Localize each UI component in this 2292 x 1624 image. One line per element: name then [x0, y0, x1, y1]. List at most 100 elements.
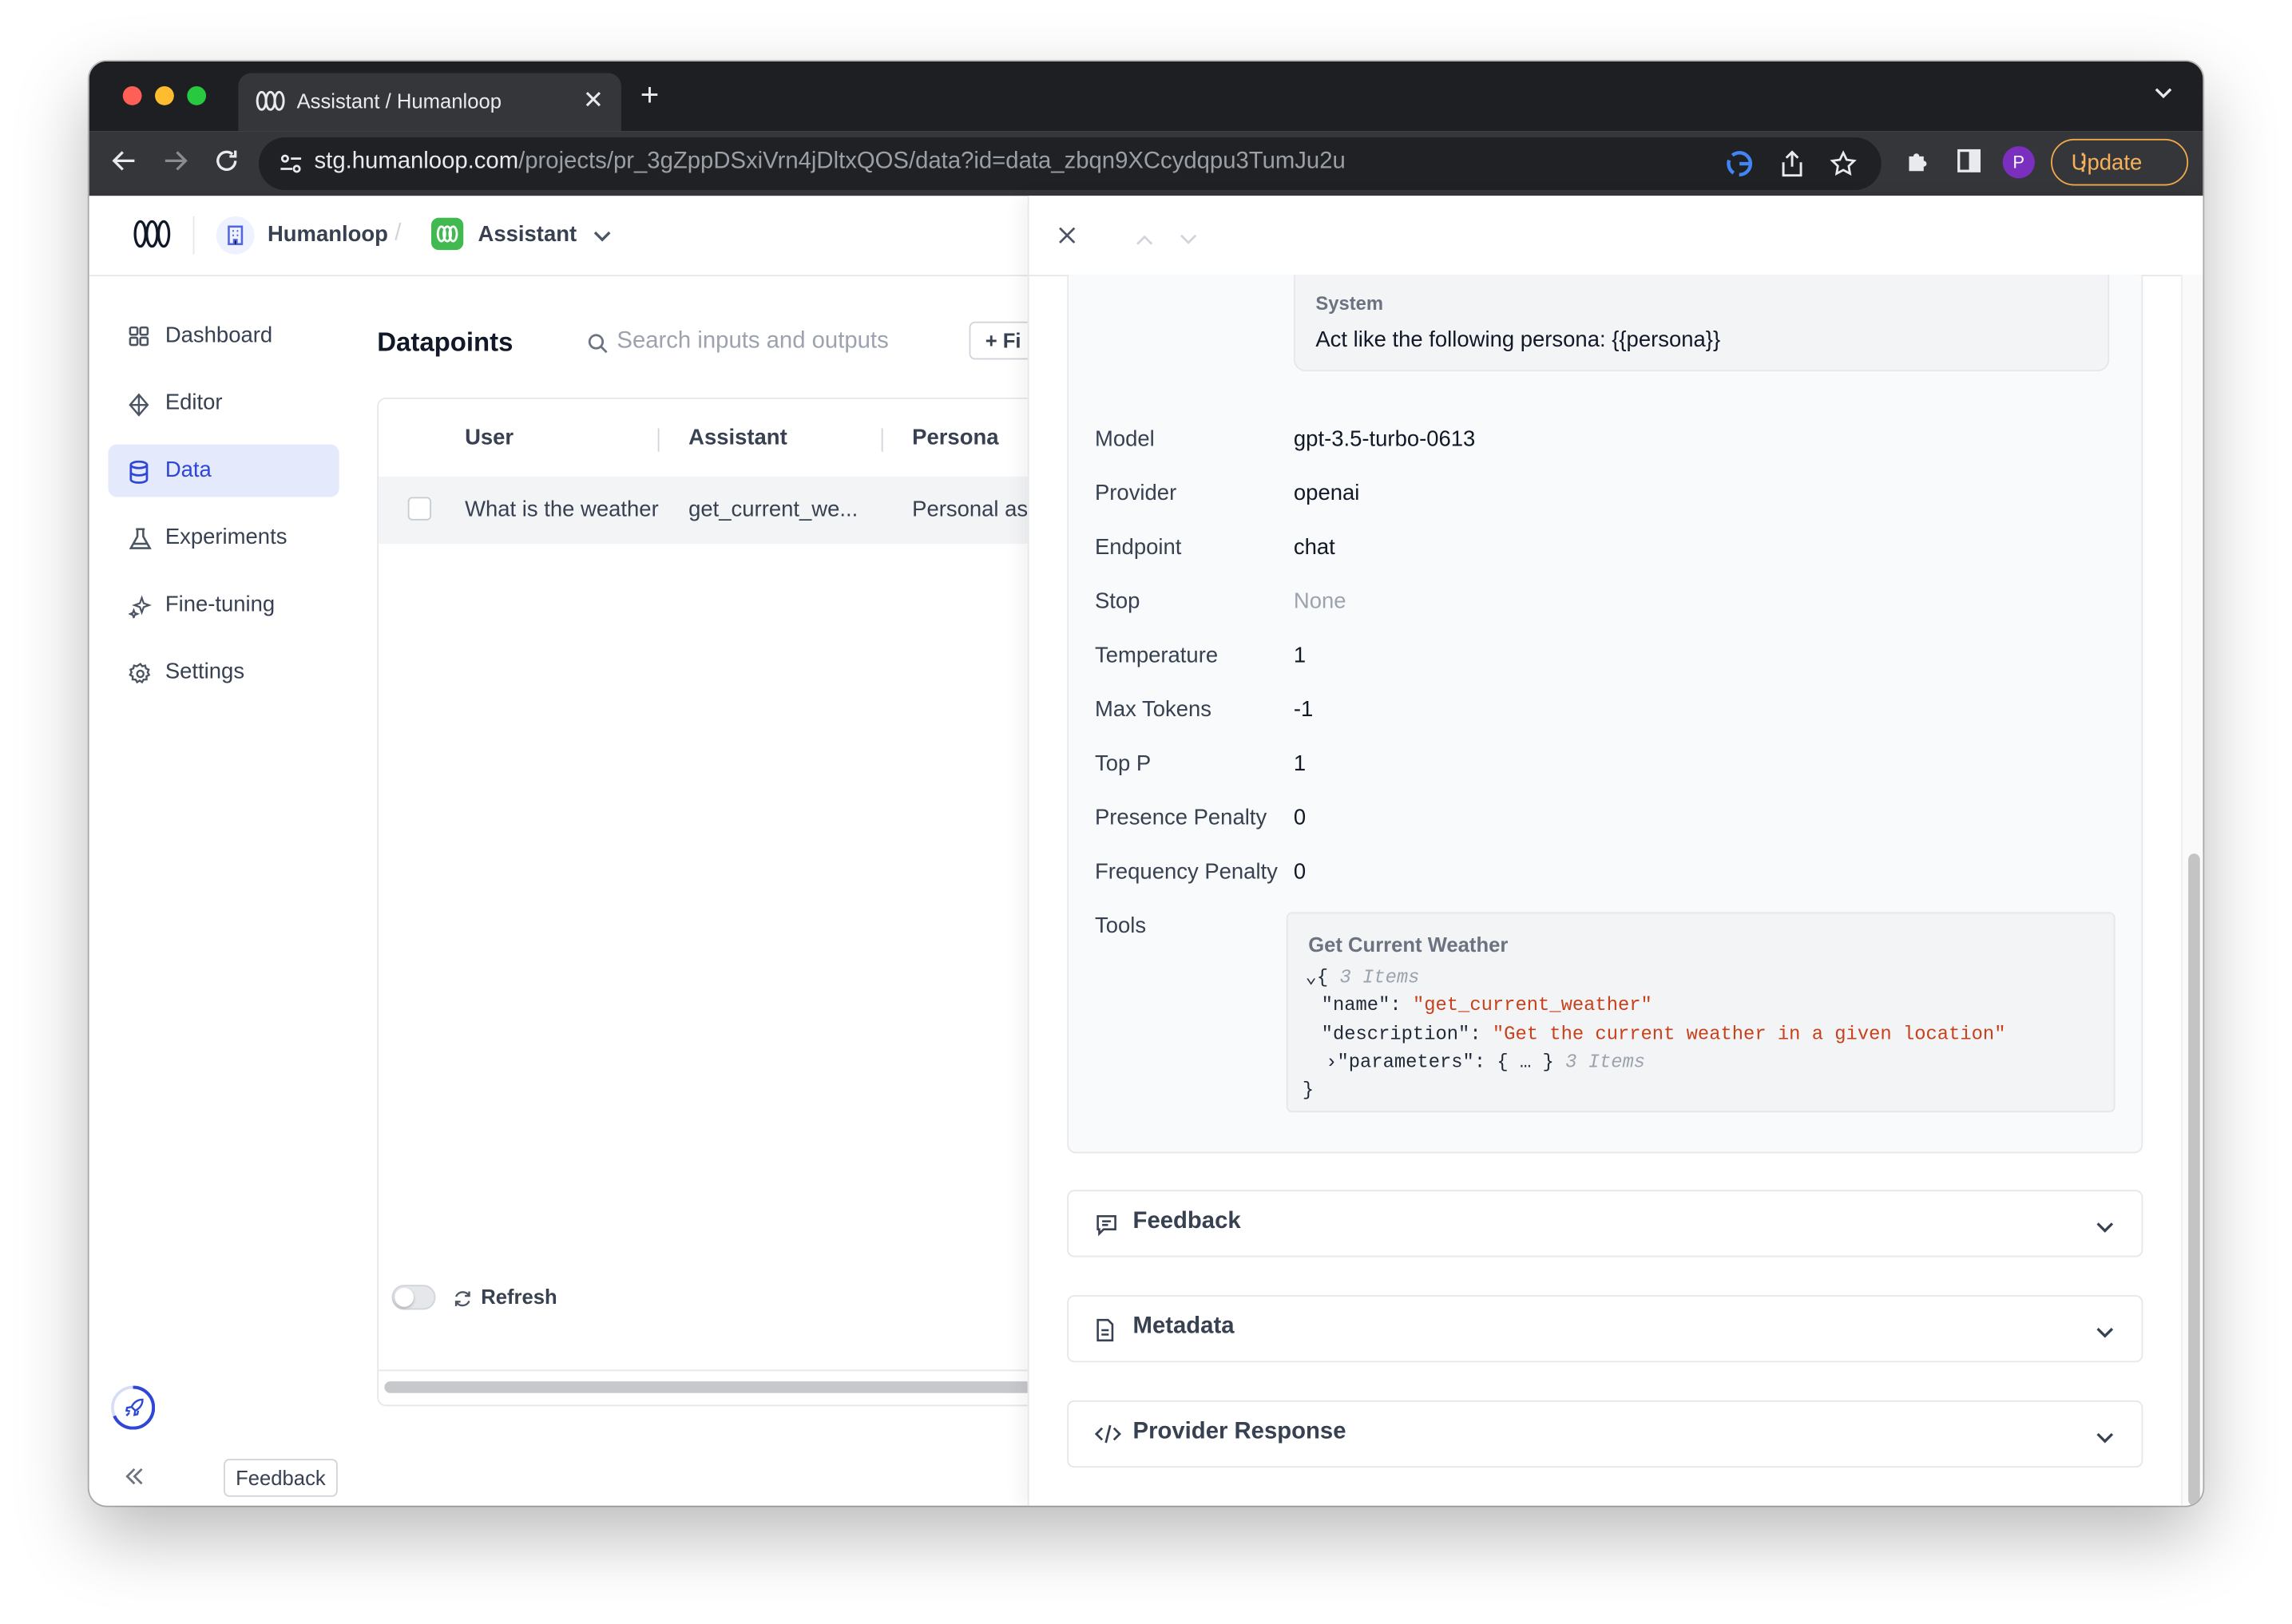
project-name-link[interactable]: Assistant [478, 222, 577, 247]
divider [192, 216, 195, 255]
metadata-section[interactable]: Metadata [1067, 1295, 2143, 1363]
sidebar-item-fine-tuning[interactable]: Fine-tuning [108, 579, 339, 632]
sidebar-item-label: Settings [165, 659, 245, 684]
param-key-endpoint: Endpoint [1094, 535, 1182, 560]
cell-assistant: get_current_we... [688, 497, 859, 522]
url-host: stg.humanloop.com [314, 149, 519, 174]
table-row[interactable]: What is the weather get_current_we... Pe… [379, 476, 1049, 545]
document-icon [1095, 1318, 1116, 1349]
browser-toolbar: stg.humanloop.com/projects/pr_3gZppDSxiV… [89, 131, 2203, 196]
close-window-button[interactable] [122, 86, 142, 105]
refresh-button[interactable]: Refresh [481, 1285, 557, 1308]
forward-arrow-icon[interactable] [162, 148, 188, 181]
org-name-link[interactable]: Humanloop [268, 222, 388, 247]
column-resize-handle[interactable] [881, 428, 883, 452]
tab-bar: Assistant / Humanloop ✕ + [89, 61, 2203, 132]
tab-close-icon[interactable]: ✕ [583, 86, 604, 116]
message-icon [1095, 1214, 1118, 1244]
param-key-tools: Tools [1094, 913, 1147, 939]
address-bar[interactable]: stg.humanloop.com/projects/pr_3gZppDSxiV… [258, 137, 1882, 191]
sidebar: Dashboard Editor Data Experiments Fine-t… [89, 275, 360, 1506]
grid-icon [129, 326, 149, 354]
onboarding-progress-button[interactable] [111, 1385, 156, 1430]
gear-icon [129, 662, 152, 692]
param-key-top-p: Top P [1094, 751, 1152, 777]
tool-title: Get Current Weather [1308, 933, 1509, 957]
sidebar-item-label: Data [165, 457, 212, 483]
rocket-icon [125, 1397, 145, 1425]
search-input[interactable] [617, 324, 924, 360]
column-header-assistant[interactable]: Assistant [688, 426, 787, 450]
param-key-presence-penalty: Presence Penalty [1094, 805, 1267, 830]
column-header-user[interactable]: User [465, 426, 514, 450]
drawer-header [1029, 196, 2203, 277]
column-resize-handle[interactable] [657, 428, 660, 452]
drawer-scrollbar-thumb[interactable] [2188, 854, 2200, 1506]
chevron-down-icon[interactable] [592, 225, 613, 252]
param-value-top-p: 1 [1293, 751, 1307, 777]
minimize-window-button[interactable] [155, 86, 174, 105]
sidebar-item-dashboard[interactable]: Dashboard [108, 310, 339, 362]
reload-icon[interactable] [213, 148, 240, 181]
auto-refresh-toggle[interactable] [391, 1285, 436, 1310]
project-logo-icon [430, 217, 464, 251]
param-value-endpoint: chat [1293, 535, 1335, 560]
provider-response-section[interactable]: Provider Response [1067, 1400, 2143, 1468]
extensions-puzzle-icon[interactable] [1905, 148, 1931, 181]
back-arrow-icon[interactable] [111, 148, 137, 181]
site-settings-icon[interactable] [280, 152, 303, 182]
side-panel-icon[interactable] [1956, 148, 1982, 181]
datapoints-table: User Assistant Persona What is the weath… [377, 397, 1050, 1407]
org-building-icon [216, 216, 255, 255]
update-button[interactable]: Update ⋮ [2051, 138, 2189, 186]
google-lens-icon[interactable] [1727, 151, 1753, 184]
bookmark-star-icon[interactable] [1830, 150, 1857, 184]
json-root-line[interactable]: ⌄{ 3 Items [1306, 966, 1420, 988]
sidebar-item-experiments[interactable]: Experiments [108, 512, 339, 564]
tool-json-viewer: Get Current Weather ⌄{ 3 Items "name": "… [1286, 912, 2116, 1113]
app: Humanloop / Assistant Dashboard Editor D [89, 196, 2203, 1506]
new-tab-icon[interactable]: + [640, 76, 660, 114]
refresh-icon[interactable] [453, 1289, 472, 1316]
sidebar-item-label: Experiments [165, 525, 287, 550]
param-value-max-tokens: -1 [1293, 697, 1314, 723]
share-icon[interactable] [1779, 150, 1806, 184]
json-description-line: "description": "Get the current weather … [1321, 1023, 2006, 1046]
browser-tab[interactable]: Assistant / Humanloop ✕ [238, 73, 621, 132]
json-key: "description" [1321, 1023, 1470, 1046]
feedback-button[interactable]: Feedback [224, 1459, 338, 1497]
param-value-presence-penalty: 0 [1293, 805, 1307, 830]
drawer-scrollbar-track [2180, 275, 2203, 1506]
horizontal-scrollbar[interactable] [384, 1381, 1049, 1393]
json-item-count: 3 Items [1565, 1051, 1646, 1073]
row-checkbox[interactable] [407, 497, 431, 521]
maximize-window-button[interactable] [187, 86, 207, 105]
chevron-up-icon[interactable] [1134, 228, 1155, 255]
chevron-down-icon[interactable]: ⌄ [1306, 966, 1317, 988]
sidebar-item-editor[interactable]: Editor [108, 377, 339, 430]
param-key-stop: Stop [1094, 588, 1140, 614]
json-parameters-line[interactable]: ›"parameters": { … } 3 Items [1326, 1051, 1645, 1072]
sidebar-item-settings[interactable]: Settings [108, 646, 339, 699]
profile-avatar[interactable]: P [2002, 146, 2035, 179]
column-header-persona[interactable]: Persona [912, 426, 998, 450]
param-key-temperature: Temperature [1094, 643, 1219, 668]
code-icon [1094, 1424, 1122, 1452]
json-string: "Get the current weather in a given loca… [1492, 1023, 2006, 1046]
sidebar-item-data[interactable]: Data [108, 444, 339, 497]
chevron-right-icon[interactable]: › [1326, 1051, 1337, 1072]
param-value-temperature: 1 [1293, 643, 1307, 668]
humanloop-logo-icon[interactable] [133, 220, 172, 256]
feedback-section[interactable]: Feedback [1067, 1190, 2143, 1258]
close-icon[interactable] [1058, 225, 1076, 252]
system-message: System Act like the following persona: {… [1293, 275, 2110, 372]
tab-title: Assistant / Humanloop [296, 89, 502, 113]
datapoints-panel: Datapoints + Fi User Assistant Persona W… [359, 275, 1057, 1506]
chevron-down-icon[interactable] [1178, 228, 1199, 255]
param-value-model: gpt-3.5-turbo-0613 [1293, 426, 1476, 452]
json-key: "parameters" [1337, 1051, 1474, 1073]
json-key: "name" [1321, 993, 1390, 1016]
tab-search-chevron-icon[interactable] [2153, 82, 2174, 110]
json-collapsed: { … } [1497, 1051, 1554, 1073]
collapse-sidebar-icon[interactable] [125, 1466, 145, 1492]
